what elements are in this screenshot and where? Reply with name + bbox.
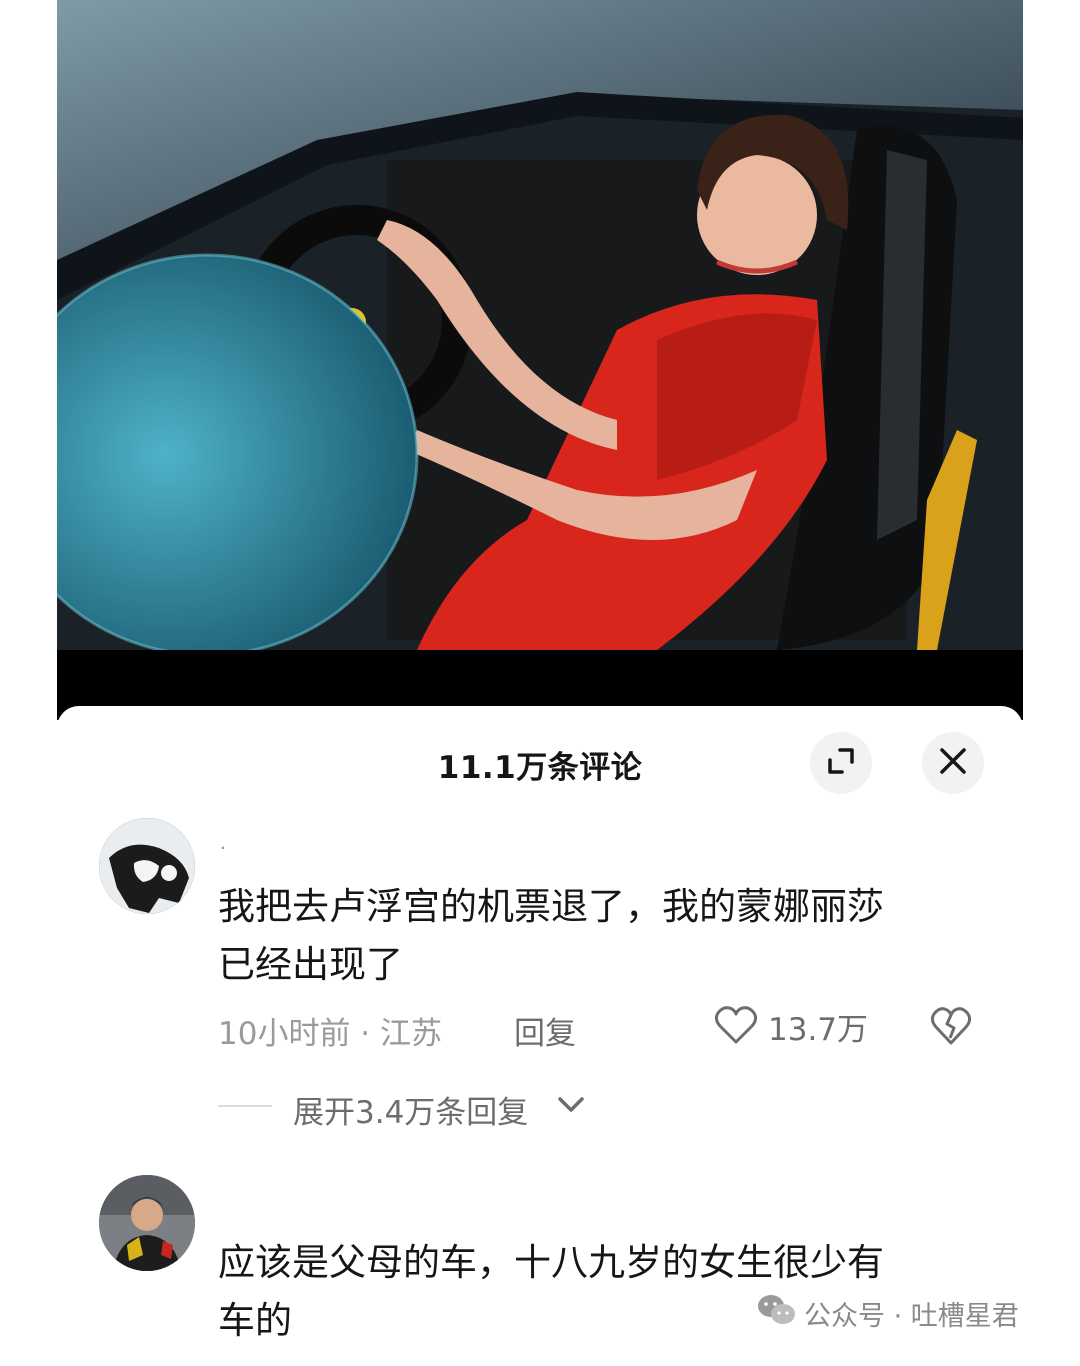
close-icon — [939, 747, 967, 779]
broken-heart-icon — [930, 1007, 972, 1050]
avatar[interactable] — [99, 818, 195, 914]
avatar[interactable] — [99, 1175, 195, 1271]
watermark: 公众号 · 吐槽星君 — [756, 1293, 1019, 1334]
comment-text-line: 应该是父母的车，十八九岁的女生很少有 — [218, 1241, 884, 1284]
comment-time-location: 10小时前 · 江苏 — [218, 1016, 443, 1052]
reply-button[interactable]: 回复 — [514, 1008, 576, 1053]
divider — [218, 1105, 272, 1107]
expand-icon — [826, 746, 856, 780]
comment-username[interactable]: · — [220, 838, 226, 859]
watermark-text: 公众号 · 吐槽星君 — [804, 1301, 1019, 1332]
comment-text: 我把去卢浮宫的机票退了，我的蒙娜丽莎 已经出现了 — [218, 878, 978, 994]
dislike-button[interactable] — [930, 1006, 972, 1050]
expand-replies-button[interactable]: 展开3.4万条回复 — [293, 1087, 528, 1132]
heart-icon — [714, 1005, 758, 1049]
comment-count-title: 11.1万条评论 — [437, 750, 643, 786]
close-button[interactable] — [922, 732, 984, 794]
like-button[interactable]: 13.7万 — [714, 1004, 868, 1049]
car-photo — [57, 0, 1023, 650]
wechat-icon — [756, 1293, 796, 1334]
comment-text-line: 已经出现了 — [218, 943, 403, 986]
expand-button[interactable] — [810, 732, 872, 794]
video-player[interactable] — [57, 0, 1023, 720]
chevron-down-icon[interactable] — [556, 1094, 586, 1120]
like-count: 13.7万 — [768, 1012, 869, 1048]
comment-text-line: 我把去卢浮宫的机票退了，我的蒙娜丽莎 — [218, 885, 884, 928]
